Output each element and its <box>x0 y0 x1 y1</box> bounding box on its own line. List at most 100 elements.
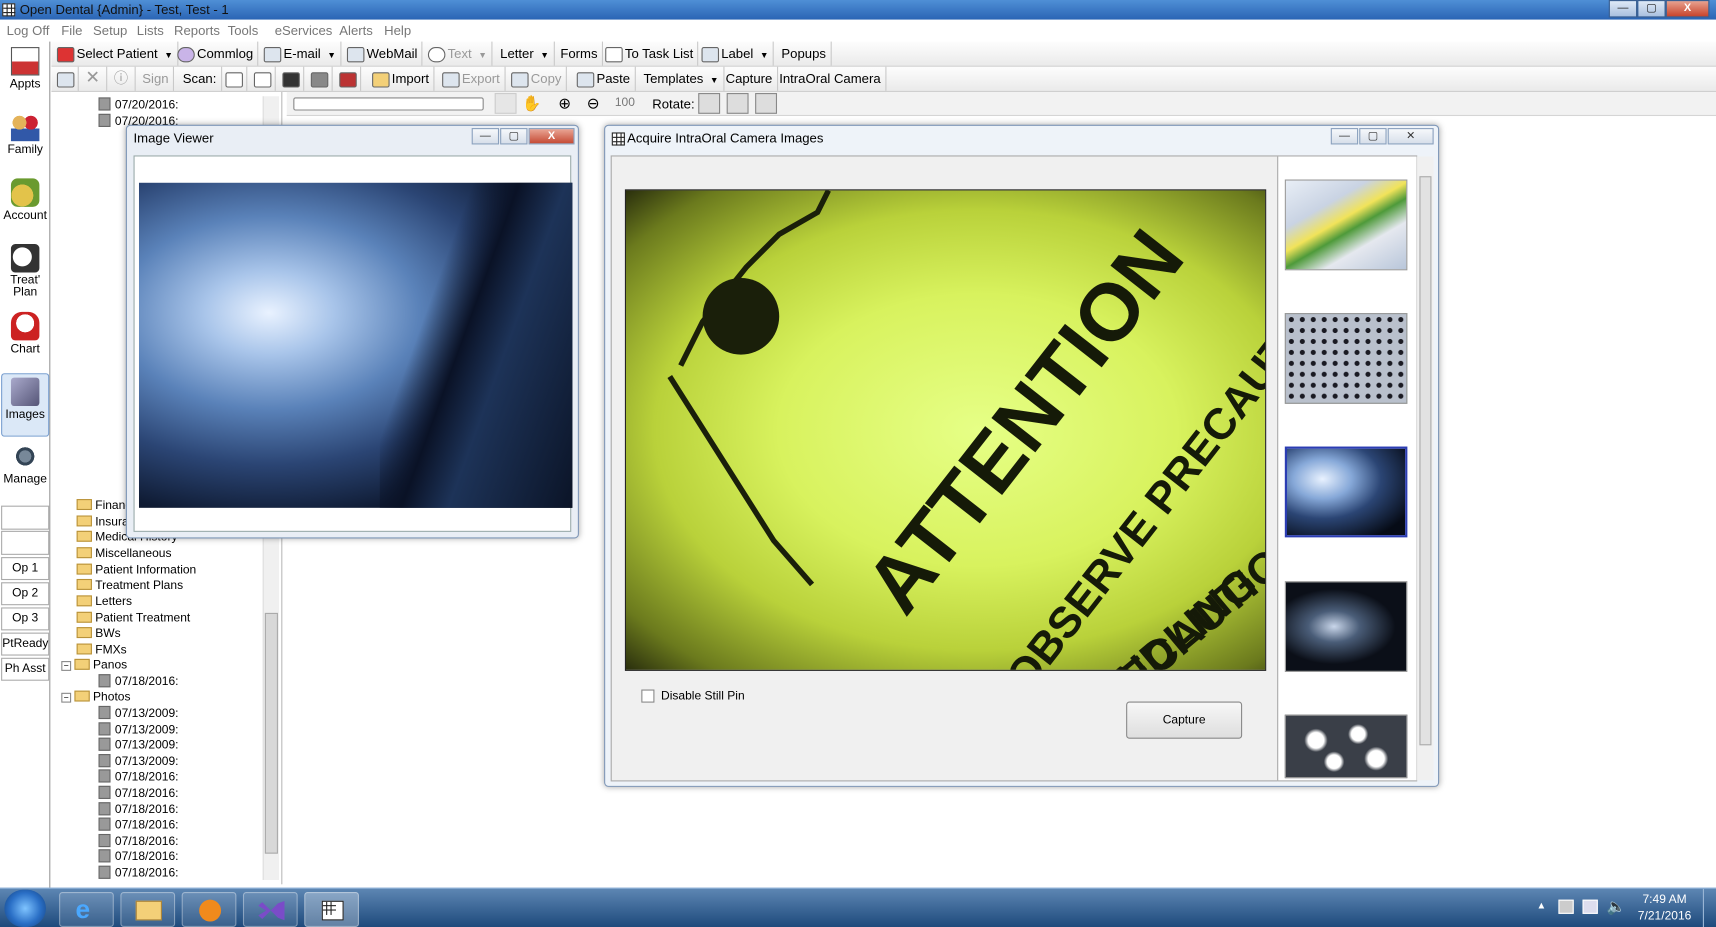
module-manage[interactable]: Manage <box>1 439 49 502</box>
ph-asst-button[interactable]: Ph Asst <box>1 657 50 681</box>
clock-time[interactable]: 7:49 AM <box>1631 893 1699 906</box>
clock-date[interactable]: 7/21/2016 <box>1631 909 1699 922</box>
tree-folder-miscellaneous[interactable]: Miscellaneous <box>76 546 171 561</box>
maximize-button[interactable]: ▢ <box>1637 0 1666 18</box>
email-button[interactable]: E-mail ▼ <box>259 41 342 66</box>
tree-folder-patient-information[interactable]: Patient Information <box>76 563 196 578</box>
webmail-button[interactable]: WebMail <box>343 41 423 66</box>
pan-hand-icon[interactable]: ✋ <box>521 93 543 114</box>
select-patient-button[interactable]: Select Patient ▼ <box>53 41 179 66</box>
internet-explorer-icon[interactable]: e <box>59 891 114 927</box>
tree-item[interactable]: 07/18/2016: <box>98 802 179 817</box>
import-button[interactable]: Import <box>368 66 435 91</box>
op-2-button[interactable]: Op 2 <box>1 582 50 606</box>
show-desktop-button[interactable] <box>1702 888 1716 927</box>
tree-folder-photos[interactable]: − Photos <box>61 690 131 705</box>
collapse-icon[interactable]: − <box>61 692 72 703</box>
module-account[interactable]: Account <box>1 175 49 238</box>
menu-reports[interactable]: Reports <box>174 23 220 38</box>
brightness-slider[interactable] <box>293 97 484 111</box>
op-3-button[interactable]: Op 3 <box>1 607 50 631</box>
tree-item[interactable]: 07/13/2009: <box>98 737 179 753</box>
module-appts[interactable]: Appts <box>1 44 49 107</box>
menu-eservices[interactable]: eServices <box>275 23 333 38</box>
copy-button[interactable]: Copy <box>507 66 567 91</box>
close-button[interactable]: X <box>1665 0 1710 18</box>
tree-folder-treatment-plans[interactable]: Treatment Plans <box>76 578 183 593</box>
image-viewer-minimize[interactable]: — <box>471 128 500 145</box>
menu-log-off[interactable]: Log Off <box>7 23 50 38</box>
tree-folder-panos[interactable]: − Panos <box>61 658 127 673</box>
rotate-left-icon[interactable] <box>726 93 749 114</box>
label-button[interactable]: Label ▼ <box>697 41 775 66</box>
menu-setup[interactable]: Setup <box>93 23 127 38</box>
paste-button[interactable]: Paste <box>572 66 636 91</box>
file-explorer-icon[interactable] <box>120 891 176 927</box>
start-button[interactable] <box>4 889 46 927</box>
tree-item[interactable]: 07/18/2016: <box>98 833 179 849</box>
info-button[interactable]: ⓘ <box>109 66 136 91</box>
tree-item[interactable]: 07/13/2009: <box>98 705 179 721</box>
show-hidden-icons[interactable]: ▲ <box>1537 900 1547 911</box>
zoom-level[interactable]: 100 <box>608 96 641 109</box>
menu-file[interactable]: File <box>61 23 82 38</box>
acquire-maximize[interactable]: ▢ <box>1359 128 1387 145</box>
intraoral-camera-button[interactable]: IntraOral Camera <box>775 66 887 91</box>
tree-item[interactable]: 07/20/2016: <box>98 97 179 112</box>
network-icon[interactable] <box>1582 899 1598 914</box>
visual-studio-icon[interactable] <box>242 891 298 927</box>
acquire-close[interactable]: ✕ <box>1387 128 1434 145</box>
sign-button[interactable]: Sign <box>138 66 175 91</box>
tree-scrollbar-thumb[interactable] <box>264 612 278 854</box>
image-viewer-maximize[interactable]: ▢ <box>500 128 528 145</box>
image-viewer-close[interactable]: X <box>528 128 575 145</box>
text-button[interactable]: Text ▼ <box>424 41 493 66</box>
module-family[interactable]: Family <box>1 109 49 172</box>
module-chart[interactable]: Chart <box>1 309 49 372</box>
scan-multipage-button[interactable] <box>250 66 276 91</box>
zoom-out-icon[interactable]: ⊖ <box>582 93 604 114</box>
commlog-button[interactable]: Commlog <box>173 41 259 66</box>
export-button[interactable]: Export <box>438 66 506 91</box>
op-1-button[interactable]: Op 1 <box>1 557 50 581</box>
ptready-button[interactable]: PtReady <box>1 632 50 656</box>
media-player-icon[interactable] <box>181 891 237 927</box>
capture-button[interactable]: Capture <box>721 66 778 91</box>
thumbnail-scrollbar[interactable] <box>1416 156 1434 781</box>
delete-button[interactable]: ✕ <box>81 66 108 91</box>
zoom-in-icon[interactable]: ⊕ <box>554 93 576 114</box>
menu-help[interactable]: Help <box>384 23 411 38</box>
tree-folder-fmxs[interactable]: FMXs <box>76 642 127 657</box>
menu-tools[interactable]: Tools <box>228 23 259 38</box>
tree-item[interactable]: 07/13/2009: <box>98 722 179 737</box>
acquire-minimize[interactable]: — <box>1330 128 1359 145</box>
module-treat-plan[interactable]: Treat' Plan <box>1 241 49 309</box>
tree-item[interactable]: 07/18/2016: <box>98 865 179 881</box>
tree-folder-letters[interactable]: Letters <box>76 594 132 609</box>
open-dental-taskbar-icon[interactable] <box>304 891 359 927</box>
forms-button[interactable]: Forms <box>556 41 604 66</box>
tree-item[interactable]: 07/18/2016: <box>98 769 179 784</box>
scan-pano-button[interactable] <box>335 66 362 91</box>
tree-item[interactable]: 07/18/2016: <box>98 674 179 689</box>
disable-still-pin-checkbox[interactable] <box>641 689 655 703</box>
menu-lists[interactable]: Lists <box>137 23 164 38</box>
popups-button[interactable]: Popups <box>777 41 832 66</box>
volume-icon[interactable]: 🔈 <box>1607 897 1626 916</box>
scan-xray-button[interactable] <box>278 66 305 91</box>
scan-document-button[interactable] <box>221 66 248 91</box>
thumbnail-2[interactable] <box>1284 313 1408 404</box>
tree-item[interactable]: 07/13/2009: <box>98 754 179 769</box>
tree-item[interactable]: 07/18/2016: <box>98 817 179 833</box>
rotate-right-icon[interactable] <box>755 93 778 114</box>
thumbnail-1[interactable] <box>1284 179 1408 271</box>
thumbnail-3-selected[interactable] <box>1284 446 1408 538</box>
tree-folder-patient-treatment[interactable]: Patient Treatment <box>76 611 190 626</box>
camera-preview[interactable]: ATTENTION OBSERVE PRECAUTIONS PRECAUTION… <box>624 189 1267 671</box>
tree-item[interactable]: 07/18/2016: <box>98 785 179 801</box>
to-task-list-button[interactable]: To Task List <box>601 41 699 66</box>
capture-dialog-button[interactable]: Capture <box>1126 701 1243 739</box>
thumbnail-scrollbar-thumb[interactable] <box>1419 176 1432 746</box>
document-view-button[interactable] <box>494 93 517 114</box>
action-center-icon[interactable] <box>1558 899 1574 914</box>
